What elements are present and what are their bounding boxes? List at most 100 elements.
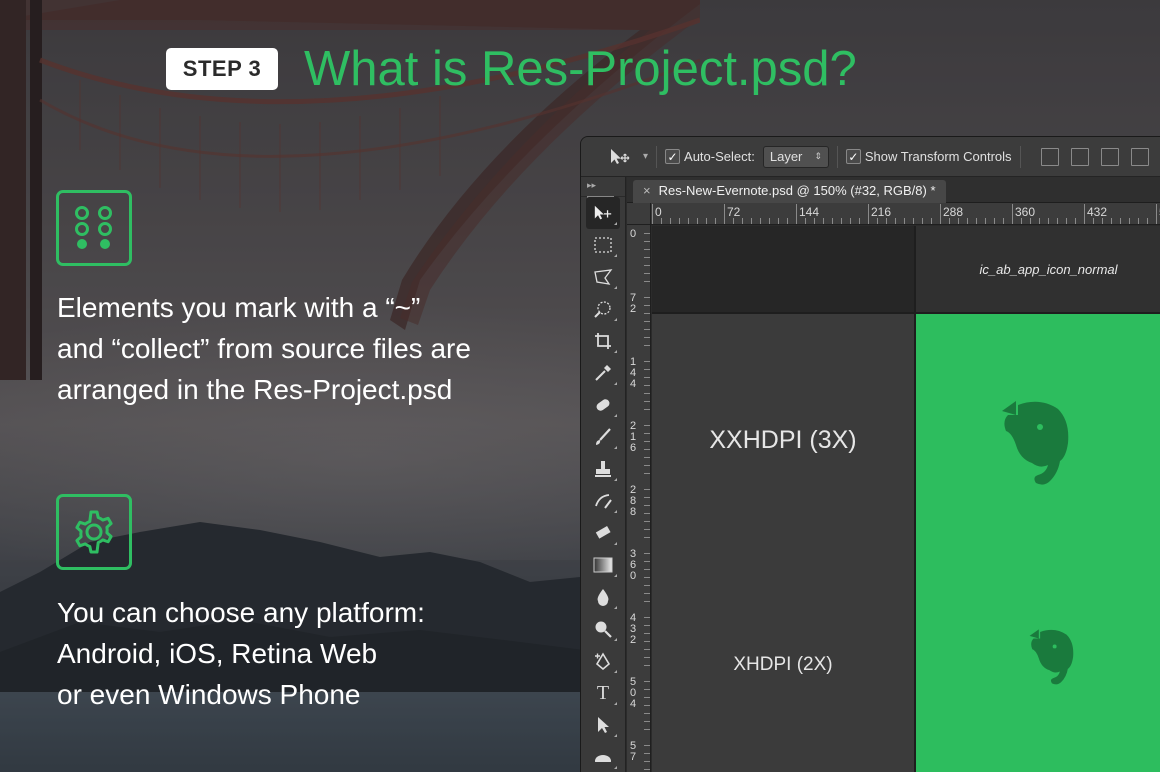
ruler-minor-tick [1075,218,1076,224]
ruler-minor-tick [823,218,824,224]
align-top-icon[interactable] [1040,147,1059,166]
chevron-down-icon[interactable]: ▾ [643,151,648,162]
ruler-minor-tick [760,218,761,224]
ruler-minor-tick [644,561,650,562]
transform-controls-checkbox[interactable]: ✓ [845,149,861,164]
healing-tool-icon[interactable] [586,389,620,421]
eraser-tool-icon[interactable] [586,517,620,549]
ruler-major-tick [796,204,797,224]
ruler-minor-tick [644,617,650,618]
auto-select-dropdown[interactable]: Layer ⇕ [762,145,829,168]
ruler-major-tick [868,204,869,224]
close-tab-icon[interactable]: × [643,183,651,198]
ruler-minor-tick [644,265,650,266]
ruler-minor-tick [949,218,950,224]
ruler-minor-tick [967,218,968,224]
ruler-minor-tick [1003,218,1004,224]
evernote-elephant-icon-small [1029,629,1074,685]
ruler-minor-tick [644,473,650,474]
ruler-minor-tick [931,218,932,224]
path-select-tool-icon[interactable] [586,709,620,741]
ruler-minor-tick [697,218,698,224]
panel-grip[interactable]: ▸▸ ▬▬▬ [581,177,625,201]
ruler-minor-tick [1102,218,1103,224]
marquee-tool-icon[interactable] [586,229,620,261]
align-vcenter-icon[interactable] [1070,147,1089,166]
stamp-tool-icon[interactable] [586,453,620,485]
ruler-minor-tick [644,513,650,514]
ruler-minor-tick [751,218,752,224]
ruler-minor-tick [644,601,650,602]
ruler-minor-tick [814,218,815,224]
ruler-minor-tick [644,369,650,370]
align-left-icon[interactable] [1130,147,1149,166]
ruler-minor-tick [644,537,650,538]
ruler-minor-tick [644,625,650,626]
ruler-minor-tick [787,218,788,224]
quick-select-tool-icon[interactable] [586,293,620,325]
document-canvas[interactable]: ic_ab_app_icon_normal XXHDPI (3X) XHDPI … [652,226,1160,772]
ruler-minor-tick [1039,218,1040,224]
ruler-minor-tick [859,218,860,224]
ruler-label: 216 [630,420,637,454]
ruler-label: 72 [630,292,637,315]
move-tool-icon[interactable] [586,197,620,229]
separator [836,145,838,168]
move-tool-preset[interactable] [609,148,639,166]
brush-tool-icon[interactable] [586,421,620,453]
eyedropper-tool-icon[interactable] [586,357,620,389]
ruler-minor-tick [644,257,650,258]
ruler-minor-tick [644,457,650,458]
ruler-minor-tick [904,218,905,224]
blur-tool-icon[interactable] [586,581,620,613]
ruler-label: 144 [630,356,637,390]
feature-line: arranged in the Res-Project.psd [57,374,453,405]
type-tool-icon[interactable]: T [586,677,620,709]
shape-tool-icon[interactable] [586,741,620,772]
ruler-major-tick [940,204,941,224]
separator [656,145,658,168]
crop-tool-icon[interactable] [586,325,620,357]
dodge-tool-icon[interactable] [586,613,620,645]
auto-select-value: Layer [769,149,803,164]
ruler-corner [627,203,651,225]
ruler-minor-tick [706,218,707,224]
ruler-vertical[interactable]: 0 72 144 216 288 360 432 504 57 [627,225,651,772]
history-brush-tool-icon[interactable] [586,485,620,517]
ruler-minor-tick [644,321,650,322]
ruler-minor-tick [644,249,650,250]
gradient-tool-icon[interactable] [586,549,620,581]
ruler-minor-tick [644,641,650,642]
ruler-minor-tick [985,218,986,224]
ruler-minor-tick [644,297,650,298]
ruler-label: 216 [871,205,892,219]
lasso-tool-icon[interactable] [586,261,620,293]
ruler-minor-tick [994,218,995,224]
ruler-minor-tick [644,753,650,754]
evernote-elephant-icon [1002,401,1069,485]
document-tab[interactable]: × Res-New-Evernote.psd @ 150% (#32, RGB/8… [633,180,946,203]
feature-text-platform: You can choose any platform: Android, iO… [57,592,425,715]
ruler-minor-tick [841,218,842,224]
ruler-minor-tick [644,233,650,234]
ruler-minor-tick [644,497,650,498]
ruler-horizontal[interactable]: 072144216288360432504 [651,203,1160,225]
ruler-minor-tick [1120,218,1121,224]
ruler-minor-tick [644,465,650,466]
ruler-minor-tick [1093,218,1094,224]
ruler-label: 144 [799,205,820,219]
ruler-minor-tick [644,577,650,578]
ruler-minor-tick [877,218,878,224]
ruler-minor-tick [778,218,779,224]
transform-controls-label: Show Transform Controls [864,149,1012,164]
ruler-label: 432 [1087,205,1108,219]
ruler-minor-tick [1057,218,1058,224]
ruler-minor-tick [644,305,650,306]
auto-select-checkbox[interactable]: ✓ [665,149,681,164]
ruler-label: 432 [630,612,637,646]
ruler-minor-tick [661,218,662,224]
align-bottom-icon[interactable] [1100,147,1119,166]
feature-line: You can choose any platform: [57,597,425,628]
pen-tool-icon[interactable] [586,645,620,677]
ruler-minor-tick [644,273,650,274]
